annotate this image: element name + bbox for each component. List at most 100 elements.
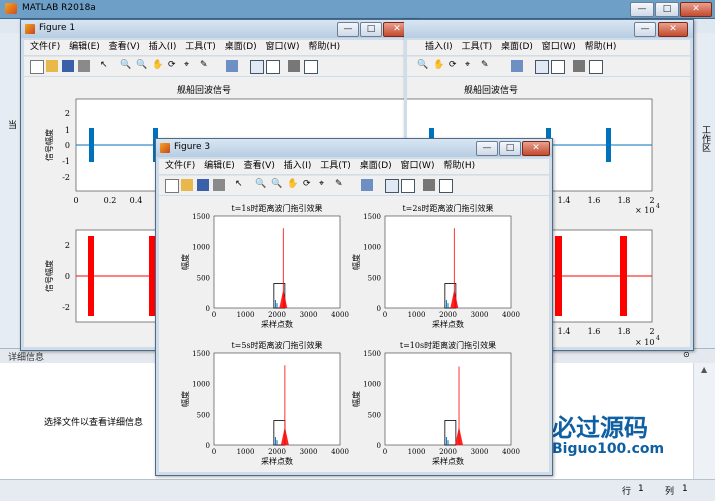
legend-icon[interactable] xyxy=(266,60,280,74)
menu-desktop[interactable]: 桌面(D) xyxy=(225,40,257,55)
legend-icon[interactable] xyxy=(401,179,415,193)
brush-icon[interactable]: ✎ xyxy=(335,179,347,191)
subplot-ytick: 1500 xyxy=(363,350,381,358)
subplot-xtick: 2000 xyxy=(268,311,286,319)
data-cursor-icon[interactable]: ⌖ xyxy=(184,60,196,72)
zoom-out-icon[interactable]: 🔍 xyxy=(271,179,283,191)
menu-file[interactable]: 文件(F) xyxy=(30,40,60,55)
zoom-out-icon[interactable]: 🔍 xyxy=(417,60,429,72)
subplot-xtick: 4000 xyxy=(331,448,349,456)
print-icon[interactable] xyxy=(213,179,225,191)
zoom-in-icon[interactable]: 🔍 xyxy=(120,60,132,72)
subplot-ytick: 500 xyxy=(197,274,210,282)
subplot-xtick: 4000 xyxy=(502,448,520,456)
data-cursor-icon[interactable]: ⌖ xyxy=(465,60,477,72)
subplot-ytick: 1500 xyxy=(192,350,210,358)
show-plot-tools-icon[interactable] xyxy=(304,60,318,74)
data-cursor-icon[interactable]: ⌖ xyxy=(319,179,331,191)
link-plot-icon[interactable] xyxy=(511,60,523,72)
menu-tools[interactable]: 工具(T) xyxy=(185,40,216,55)
figure2-close-button[interactable]: ✕ xyxy=(658,22,688,37)
menu-desktop[interactable]: 桌面(D) xyxy=(360,159,392,174)
subplot-axes xyxy=(384,215,512,309)
brush-icon[interactable]: ✎ xyxy=(481,60,493,72)
subplot-ytick: 1500 xyxy=(192,213,210,221)
scroll-up-icon[interactable]: ▲ xyxy=(701,365,707,374)
figure3-window[interactable]: Figure 3 — □ ✕ 文件(F) 编辑(E) 查看(V) 插入(I) 工… xyxy=(155,138,553,476)
menu-desktop[interactable]: 桌面(D) xyxy=(501,40,533,55)
open-file-icon[interactable] xyxy=(46,60,58,72)
figure3-maximize-button[interactable]: □ xyxy=(499,141,521,156)
print-icon[interactable] xyxy=(78,60,90,72)
figure3-minimize-button[interactable]: — xyxy=(476,141,498,156)
save-icon[interactable] xyxy=(62,60,74,72)
link-plot-icon[interactable] xyxy=(226,60,238,72)
hide-plot-tools-icon[interactable] xyxy=(423,179,435,191)
menu-window[interactable]: 窗口(W) xyxy=(401,159,435,174)
figure2-minimize-button[interactable]: — xyxy=(634,22,656,37)
figure2-titlebar[interactable]: — ✕ xyxy=(404,20,693,38)
save-icon[interactable] xyxy=(197,179,209,191)
link-plot-icon[interactable] xyxy=(361,179,373,191)
pointer-icon[interactable]: ↖ xyxy=(235,179,247,191)
details-scrollbar[interactable]: ▲ xyxy=(693,363,715,479)
colorbar-icon[interactable] xyxy=(535,60,549,74)
show-plot-tools-icon[interactable] xyxy=(589,60,603,74)
figure1-titlebar[interactable]: Figure 1 — □ ✕ xyxy=(21,20,415,38)
menu-edit[interactable]: 编辑(E) xyxy=(69,40,100,55)
new-figure-icon[interactable] xyxy=(165,179,179,193)
rotate-icon[interactable]: ⟳ xyxy=(168,60,180,72)
menu-help[interactable]: 帮助(H) xyxy=(585,40,617,55)
menu-view[interactable]: 查看(V) xyxy=(244,159,275,174)
menu-window[interactable]: 窗口(W) xyxy=(266,40,300,55)
colorbar-icon[interactable] xyxy=(385,179,399,193)
details-collapse-icon[interactable]: ⊙ xyxy=(683,350,690,359)
rotate-icon[interactable]: ⟳ xyxy=(449,60,461,72)
show-plot-tools-icon[interactable] xyxy=(439,179,453,193)
figure-icon xyxy=(160,143,170,153)
brush-icon[interactable]: ✎ xyxy=(200,60,212,72)
subplot-axes xyxy=(384,352,512,446)
menu-view[interactable]: 查看(V) xyxy=(109,40,140,55)
figure1-maximize-button[interactable]: □ xyxy=(360,22,382,37)
figure3-close-button[interactable]: ✕ xyxy=(522,141,550,156)
hide-plot-tools-icon[interactable] xyxy=(288,60,300,72)
menu-window[interactable]: 窗口(W) xyxy=(542,40,576,55)
rotate-icon[interactable]: ⟳ xyxy=(303,179,315,191)
menu-help[interactable]: 帮助(H) xyxy=(308,40,340,55)
subplot-ytick: 1000 xyxy=(363,381,381,389)
menu-insert[interactable]: 插入(I) xyxy=(284,159,312,174)
subplot-xtick: 3000 xyxy=(471,311,489,319)
zoom-out-icon[interactable]: 🔍 xyxy=(136,60,148,72)
hide-plot-tools-icon[interactable] xyxy=(573,60,585,72)
open-file-icon[interactable] xyxy=(181,179,193,191)
colorbar-icon[interactable] xyxy=(250,60,264,74)
row-label: 行 xyxy=(622,487,632,497)
menu-insert[interactable]: 插入(I) xyxy=(149,40,177,55)
minimize-button[interactable]: — xyxy=(630,2,654,17)
top-ytick: 2 xyxy=(65,109,70,118)
pan-icon[interactable]: ✋ xyxy=(433,60,445,72)
menu-help[interactable]: 帮助(H) xyxy=(443,159,475,174)
menu-file[interactable]: 文件(F) xyxy=(165,159,195,174)
zoom-in-icon[interactable]: 🔍 xyxy=(255,179,267,191)
figure3-titlebar[interactable]: Figure 3 — □ ✕ xyxy=(156,139,552,157)
menu-tools[interactable]: 工具(T) xyxy=(320,159,351,174)
figure1-minimize-button[interactable]: — xyxy=(337,22,359,37)
subplot-ylabel: 幅度 xyxy=(180,391,190,407)
figure1-toolbar: ↖ 🔍 🔍 ✋ ⟳ ⌖ ✎ xyxy=(24,56,412,76)
menu-edit[interactable]: 编辑(E) xyxy=(204,159,235,174)
pan-icon[interactable]: ✋ xyxy=(287,179,299,191)
close-button[interactable]: ✕ xyxy=(680,2,712,17)
menu-insert[interactable]: 插入(I) xyxy=(425,40,453,55)
subplot-ylabel: 幅度 xyxy=(351,254,361,270)
maximize-button[interactable]: □ xyxy=(655,2,679,17)
figure2-plot-title: 舰船回波信号 xyxy=(464,84,518,96)
pointer-icon[interactable]: ↖ xyxy=(100,60,112,72)
pan-icon[interactable]: ✋ xyxy=(152,60,164,72)
workspace-panel[interactable]: 工作区 xyxy=(693,33,715,348)
top-ytick: -2 xyxy=(62,173,70,182)
menu-tools[interactable]: 工具(T) xyxy=(462,40,493,55)
new-figure-icon[interactable] xyxy=(30,60,44,74)
legend-icon[interactable] xyxy=(551,60,565,74)
